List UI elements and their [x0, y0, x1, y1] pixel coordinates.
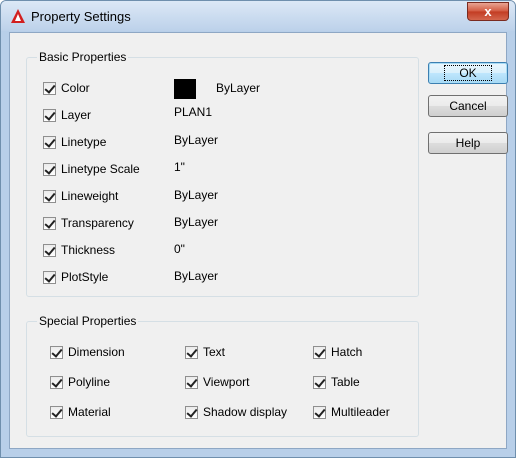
linetype-scale-label: Linetype Scale	[61, 162, 140, 176]
table-checkbox[interactable]	[313, 376, 326, 389]
help-button[interactable]: Help	[428, 132, 508, 154]
basic-properties-legend: Basic Properties	[37, 50, 129, 64]
transparency-label: Transparency	[61, 216, 134, 230]
linetype-scale-checkbox[interactable]	[43, 163, 56, 176]
multileader-label: Multileader	[331, 405, 390, 419]
viewport-label: Viewport	[203, 375, 250, 389]
special-properties-legend: Special Properties	[37, 314, 139, 328]
thickness-label: Thickness	[61, 243, 116, 257]
dialog-body: Basic Properties Color ByLayer Layer PLA…	[9, 32, 508, 449]
linetype-label: Linetype	[61, 135, 107, 149]
ok-button-label: OK	[444, 65, 492, 81]
color-label: Color	[61, 81, 90, 95]
viewport-checkbox[interactable]	[185, 376, 198, 389]
shadow-display-label: Shadow display	[203, 405, 288, 419]
thickness-checkbox[interactable]	[43, 244, 56, 257]
close-icon: x	[484, 4, 492, 19]
layer-value: PLAN1	[174, 105, 213, 119]
plotstyle-label: PlotStyle	[61, 270, 109, 284]
dimension-checkbox[interactable]	[50, 346, 63, 359]
plotstyle-checkbox[interactable]	[43, 271, 56, 284]
lineweight-checkbox[interactable]	[43, 190, 56, 203]
transparency-checkbox[interactable]	[43, 217, 56, 230]
linetype-scale-value: 1"	[174, 160, 185, 174]
hatch-checkbox[interactable]	[313, 346, 326, 359]
plotstyle-value: ByLayer	[174, 269, 219, 283]
color-swatch	[174, 79, 196, 99]
polyline-label: Polyline	[68, 375, 111, 389]
material-checkbox[interactable]	[50, 406, 63, 419]
transparency-value: ByLayer	[174, 215, 219, 229]
shadow-display-checkbox[interactable]	[185, 406, 198, 419]
color-value: ByLayer	[216, 81, 261, 95]
dimension-label: Dimension	[68, 345, 125, 359]
text-checkbox[interactable]	[185, 346, 198, 359]
table-label: Table	[331, 375, 360, 389]
title-bar[interactable]: Property Settings x	[1, 1, 515, 31]
material-label: Material	[68, 405, 111, 419]
polyline-checkbox[interactable]	[50, 376, 63, 389]
linetype-checkbox[interactable]	[43, 136, 56, 149]
autocad-logo-icon	[11, 9, 25, 23]
thickness-value: 0"	[174, 242, 185, 256]
color-checkbox[interactable]	[43, 82, 56, 95]
cancel-button[interactable]: Cancel	[428, 95, 508, 117]
ok-button[interactable]: OK	[428, 62, 508, 84]
property-settings-dialog: Property Settings x Basic Properties Col…	[0, 0, 516, 458]
multileader-checkbox[interactable]	[313, 406, 326, 419]
hatch-label: Hatch	[331, 345, 363, 359]
linetype-value: ByLayer	[174, 133, 219, 147]
lineweight-value: ByLayer	[174, 188, 219, 202]
window-title: Property Settings	[31, 9, 131, 24]
lineweight-label: Lineweight	[61, 189, 119, 203]
layer-label: Layer	[61, 108, 92, 122]
close-button[interactable]: x	[467, 2, 509, 21]
layer-checkbox[interactable]	[43, 109, 56, 122]
text-label: Text	[203, 345, 226, 359]
